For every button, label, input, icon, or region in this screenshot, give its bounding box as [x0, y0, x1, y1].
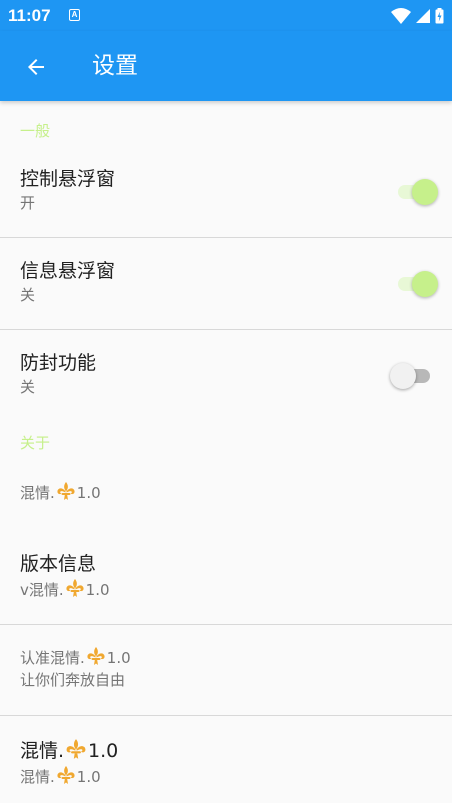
pref-app-name-version[interactable]: 混情. 1.0 混情. 1.0 [0, 716, 452, 802]
wifi-icon [391, 8, 411, 24]
summary-prefix: 混情. [20, 768, 55, 786]
title-prefix: 混情. [20, 740, 65, 762]
pref-summary: 混情. 1.0 [20, 481, 432, 504]
summary-suffix: 1.0 [106, 649, 131, 667]
summary-suffix: 1.0 [76, 768, 101, 786]
pref-summary: v混情. 1.0 [20, 578, 432, 600]
summary-suffix: 1.0 [76, 484, 101, 502]
summary-suffix: 1.0 [85, 581, 110, 599]
notification-a-icon: A [69, 9, 80, 21]
pref-summary: 关 [20, 378, 36, 396]
info-float-window-switch[interactable] [396, 270, 438, 297]
summary-prefix: 混情. [20, 484, 55, 502]
category-label: 一般 [20, 122, 51, 140]
signal-icon [416, 9, 430, 23]
settings-screen: 11:07 A 设置 一般 控制悬浮窗 开 信息悬浮窗 关 防封功能 关 关于 … [0, 0, 452, 803]
pref-title: 混情. 1.0 [20, 738, 432, 763]
title-suffix: 1.0 [88, 740, 119, 762]
fleur-de-lis-icon [66, 739, 86, 759]
pref-summary-line2: 让你们奔放自由 [20, 671, 126, 689]
pref-summary: 混情. 1.0 [20, 765, 432, 787]
pref-about-name[interactable]: 混情. 1.0 [0, 459, 452, 538]
arrow-left-icon [28, 59, 44, 75]
pref-summary: 开 [20, 194, 36, 212]
summary-prefix: 认准混情. [20, 649, 85, 667]
status-bar: 11:07 A [0, 0, 452, 31]
pref-anti-ban[interactable]: 防封功能 关 [0, 330, 452, 421]
back-button[interactable] [16, 47, 56, 87]
fleur-de-lis-icon [57, 482, 75, 500]
app-bar: 设置 [0, 31, 452, 101]
fleur-de-lis-icon [57, 766, 75, 784]
pref-version-info[interactable]: 版本信息 v混情. 1.0 [0, 538, 452, 624]
status-time: 11:07 [8, 6, 51, 25]
anti-ban-switch[interactable] [390, 362, 432, 389]
pref-title: 信息悬浮窗 [20, 260, 116, 282]
category-label: 关于 [20, 434, 51, 452]
summary-prefix: v混情. [20, 581, 64, 599]
pref-summary: 认准混情. 1.0 [20, 646, 432, 669]
preference-list: 一般 控制悬浮窗 开 信息悬浮窗 关 防封功能 关 关于 混情. 1.0 版本信… [0, 101, 452, 802]
pref-summary: 关 [20, 286, 36, 304]
battery-icon [435, 8, 444, 24]
category-general: 一般 [0, 101, 452, 147]
pref-title: 版本信息 [20, 553, 97, 575]
switch-thumb [412, 179, 438, 205]
pref-control-float-window[interactable]: 控制悬浮窗 开 [0, 147, 452, 237]
pref-slogan[interactable]: 认准混情. 1.0 让你们奔放自由 [0, 625, 452, 715]
page-title: 设置 [92, 53, 138, 79]
control-float-window-switch[interactable] [396, 179, 438, 205]
pref-info-float-window[interactable]: 信息悬浮窗 关 [0, 238, 452, 329]
fleur-de-lis-icon [66, 579, 84, 597]
category-about: 关于 [0, 421, 452, 459]
pref-title: 防封功能 [20, 352, 97, 374]
status-icons [391, 6, 444, 26]
switch-thumb [390, 362, 416, 389]
fleur-de-lis-icon [87, 647, 105, 665]
switch-thumb [412, 270, 438, 297]
pref-title: 控制悬浮窗 [20, 168, 116, 190]
